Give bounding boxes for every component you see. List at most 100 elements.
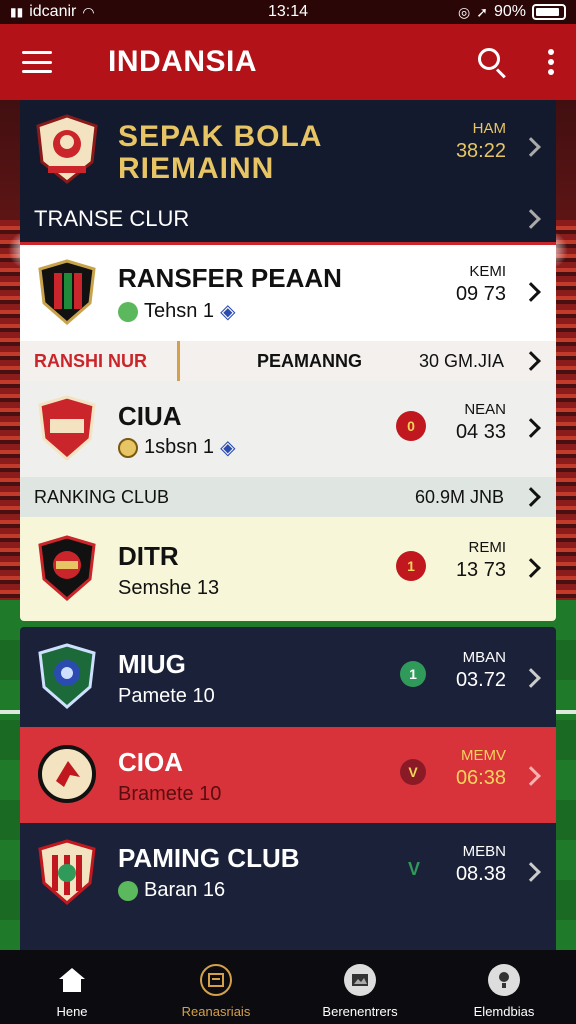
club-stat: MBAN 03.72 — [456, 649, 506, 693]
club-stat: NEAN 04 33 — [456, 401, 506, 445]
club-crest-icon — [38, 395, 96, 461]
section-bar[interactable]: RANKING CLUB 60.9M JNB — [20, 477, 556, 517]
club-crest-icon — [38, 535, 96, 601]
club-row[interactable]: MIUG Pamete 10 1 MBAN 03.72 — [20, 627, 556, 727]
club-row[interactable]: CIOA Bramete 10 V MEMV 06:38 — [20, 727, 556, 823]
club-stat-value: 04 33 — [455, 421, 506, 443]
nav-item-elemdbias[interactable]: Elemdbias — [432, 950, 576, 1024]
chevron-right-icon — [521, 862, 541, 882]
search-icon[interactable] — [476, 46, 508, 79]
chevron-right-icon — [521, 351, 541, 371]
club-name: DITR — [118, 541, 179, 571]
nav-item-berenentrers[interactable]: Berenentrers — [288, 950, 432, 1024]
list-item-partial — [20, 923, 556, 953]
club-stat-label: MEBN — [462, 843, 506, 860]
nav-item-home[interactable]: Hene — [0, 950, 144, 1024]
section-bar-right: 60.9M JNB — [414, 486, 504, 507]
club-name: CIUA — [118, 401, 182, 431]
club-stat-value: 03.72 — [455, 669, 506, 691]
section-bar-right: 30 GM.JIA — [418, 350, 504, 371]
hero-stat-label: HAM — [472, 120, 506, 137]
carrier-name: idcanir — [29, 3, 77, 20]
bottom-nav: Hene Reanasriais Berenentrers Elemdbias — [0, 950, 576, 1024]
nav-label: Reanasriais — [181, 1004, 251, 1019]
club-sub: Pamete 10 — [118, 685, 215, 708]
club-sub-text: Semshe 13 — [118, 577, 220, 599]
app-bar: INDANSIA — [0, 24, 576, 100]
nav-item-reanasriais[interactable]: Reanasriais — [144, 950, 288, 1024]
club-sub: Bramete 10 — [118, 783, 221, 806]
chevron-right-icon — [521, 766, 541, 786]
club-sub: Tehsn 1 ◈ — [118, 299, 235, 324]
home-icon — [56, 964, 88, 996]
match-badge: V — [407, 858, 420, 879]
hero-title: SEPAK BOLA — [118, 120, 323, 153]
chevron-right-icon — [521, 137, 541, 157]
club-sub-text: Bramete 10 — [118, 783, 222, 805]
app-title: INDANSIA — [108, 45, 258, 78]
club-crest-icon — [38, 745, 96, 803]
club-stat: MEMV 06:38 — [456, 747, 506, 791]
club-crest-icon — [38, 839, 96, 905]
club-crest-icon — [38, 259, 96, 325]
chevron-right-icon — [521, 487, 541, 507]
chevron-right-icon — [521, 282, 541, 302]
info-icon — [488, 964, 520, 996]
match-badge: 1 — [396, 551, 426, 581]
club-crest-icon — [38, 643, 96, 709]
shield-icon: ◈ — [220, 301, 236, 323]
hero-card[interactable]: SEPAK BOLA RIEMAINN HAM 38:22 TRANSE CLU… — [20, 100, 556, 242]
chevron-right-icon — [521, 668, 541, 688]
battery-text: 90% — [493, 3, 526, 20]
divider — [177, 341, 181, 381]
club-name: PAMING CLUB — [118, 843, 300, 873]
match-badge: V — [400, 759, 426, 785]
hero-title-line2: RIEMAINN — [118, 152, 275, 185]
club-stat-value: 06:38 — [455, 767, 506, 789]
club-stat-value: 13 73 — [455, 559, 506, 581]
hero-stat: HAM 38:22 — [456, 120, 506, 164]
club-stat: KEMI 09 73 — [456, 263, 506, 307]
club-stat: REMI 13 73 — [456, 539, 506, 583]
club-row[interactable]: CIUA 1sbsn 1 ◈ 0 NEAN 04 33 — [20, 381, 556, 477]
club-sub-text: 1sbsn 1 — [144, 436, 215, 458]
club-stat-label: NEAN — [464, 401, 506, 418]
club-stat: MEBN 08.38 — [456, 843, 506, 887]
club-list: SEPAK BOLA RIEMAINN HAM 38:22 TRANSE CLU… — [20, 100, 556, 953]
nav-label: Elemdbias — [473, 1004, 535, 1019]
club-stat-value: 09 73 — [455, 283, 506, 305]
club-stat-value: 08.38 — [455, 863, 506, 885]
signal-icon: ▮▮ — [10, 5, 24, 19]
club-name: MIUG — [118, 649, 186, 679]
section-bar[interactable]: RANSHI NUR PEAMANNG 30 GM.JIA — [20, 341, 556, 381]
chevron-right-icon — [521, 558, 541, 578]
menu-icon[interactable] — [22, 51, 52, 73]
status-time: 13:14 — [267, 3, 309, 20]
image-icon — [344, 964, 376, 996]
club-stat-label: MBAN — [462, 649, 506, 666]
club-row[interactable]: RANSFER PEAAN Tehsn 1 ◈ KEMI 09 73 — [20, 245, 556, 341]
status-dot-icon — [118, 880, 138, 901]
club-sub: 1sbsn 1 ◈ — [118, 435, 235, 460]
club-sub-text: Pamete 10 — [118, 685, 215, 707]
chevron-right-icon — [521, 418, 541, 438]
club-stat-label: KEMI — [469, 263, 506, 280]
chevron-right-icon — [521, 209, 541, 229]
nav-label: Hene — [56, 1004, 88, 1019]
club-row[interactable]: DITR Semshe 13 1 REMI 13 73 — [20, 517, 556, 621]
status-dot-icon — [118, 301, 138, 322]
section-bar-mid: PEAMANNG — [256, 350, 362, 371]
status-bar: ▮▮ idcanir ◠ 13:14 ◎ ➚ 90% — [0, 0, 576, 24]
club-sub: Semshe 13 — [118, 577, 219, 600]
list-icon — [200, 964, 232, 996]
hero-subheader: TRANSE CLUR — [34, 206, 190, 231]
battery-icon — [532, 4, 566, 20]
match-badge: 0 — [396, 411, 426, 441]
club-name: CIOA — [118, 747, 183, 777]
club-sub-text: Tehsn 1 — [144, 300, 215, 322]
section-bar-left: RANKING CLUB — [34, 486, 170, 507]
club-sub: Baran 16 — [118, 879, 225, 902]
club-row[interactable]: PAMING CLUB Baran 16 V MEBN 08.38 — [20, 823, 556, 923]
more-icon[interactable] — [548, 49, 554, 75]
club-stat-label: MEMV — [461, 747, 506, 764]
